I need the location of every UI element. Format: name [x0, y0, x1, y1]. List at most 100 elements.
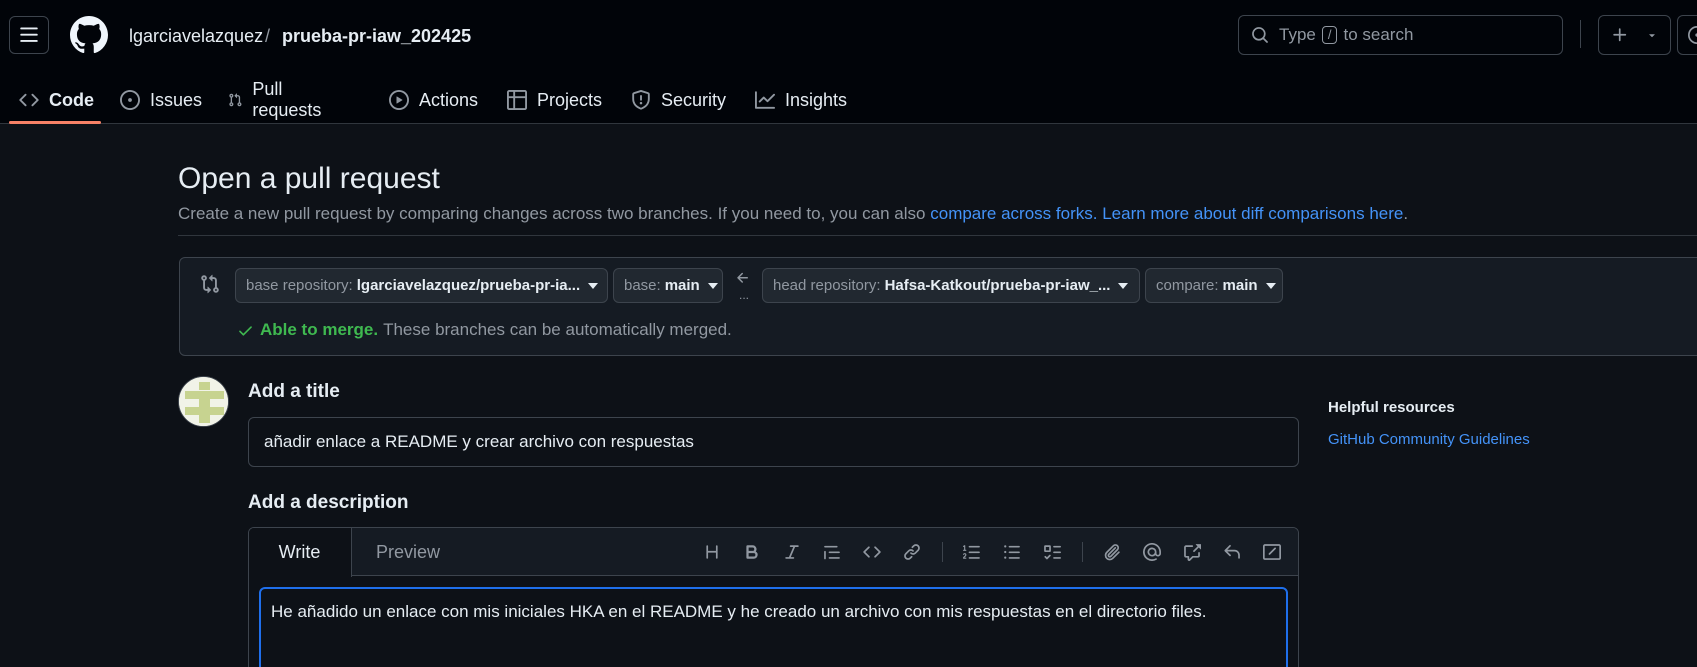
tab-label: Pull requests: [252, 79, 322, 120]
mention-icon: [1143, 543, 1161, 561]
compare-forks-link[interactable]: compare across forks.: [930, 204, 1097, 223]
head-repo-value: Hafsa-Katkout/prueba-pr-iaw_...: [884, 277, 1111, 294]
description-textarea[interactable]: He añadido un enlace con mis iniciales H…: [259, 587, 1288, 667]
merge-status: Able to merge. These branches can be aut…: [237, 319, 732, 341]
github-logo-icon[interactable]: [70, 16, 108, 54]
tab-issues[interactable]: Issues: [120, 76, 202, 124]
base-repo-label: base repository:: [246, 277, 353, 294]
identicon-image: [179, 377, 228, 426]
title-input[interactable]: [248, 417, 1299, 467]
tab-label: Insights: [785, 89, 848, 110]
tab-insights[interactable]: Insights: [755, 76, 847, 124]
ordered-list-icon: [963, 545, 980, 559]
link-button[interactable]: [900, 540, 924, 564]
compare-label: compare:: [1156, 277, 1219, 294]
global-header: lgarciavelazquez / prueba-pr-iaw_202425 …: [0, 0, 1697, 124]
community-guidelines-link[interactable]: GitHub Community Guidelines: [1328, 431, 1530, 448]
tasklist-icon: [1044, 545, 1061, 560]
description-label: Add a description: [248, 492, 409, 513]
ordered-list-button[interactable]: [960, 540, 984, 564]
compare-value: main: [1222, 277, 1258, 294]
title-label: Add a title: [248, 381, 340, 402]
arrow-left-icon: [737, 272, 748, 283]
helpful-resources-heading: Helpful resources: [1328, 399, 1455, 416]
tab-actions[interactable]: Actions: [389, 76, 478, 124]
tasklist-button[interactable]: [1040, 540, 1064, 564]
base-repository-select[interactable]: base repository: lgarciavelazquez/prueba…: [235, 268, 608, 303]
search-input[interactable]: Type / to search: [1238, 15, 1563, 55]
play-icon: [389, 90, 409, 110]
learn-more-link[interactable]: Learn more about diff comparisons here: [1102, 204, 1403, 223]
reply-icon: [1224, 544, 1240, 559]
ellipsis: ...: [739, 288, 750, 302]
issue-opened-icon: [1688, 26, 1697, 44]
bold-icon: [746, 545, 758, 559]
search-prefix: Type: [1279, 25, 1316, 44]
breadcrumb-repo[interactable]: prueba-pr-iaw_202425: [282, 24, 471, 48]
caret-down-icon: [1265, 282, 1276, 289]
paperclip-icon: [1104, 544, 1120, 561]
base-value: main: [664, 277, 700, 294]
italic-button[interactable]: [780, 540, 804, 564]
tab-label: Issues: [150, 89, 203, 110]
quote-icon: [824, 545, 840, 560]
search-shortcut-key: /: [1321, 26, 1338, 44]
tab-write[interactable]: Write: [249, 528, 352, 577]
tab-code[interactable]: Code: [19, 76, 94, 124]
shield-icon: [632, 90, 650, 110]
unordered-list-icon: [1004, 545, 1020, 559]
search-icon: [1252, 27, 1268, 43]
italic-icon: [785, 545, 799, 559]
tab-label: Code: [49, 89, 94, 110]
description-editor: Write Preview He añadido un enlace con m…: [248, 527, 1299, 667]
header-issues-button[interactable]: [1677, 15, 1697, 55]
compare-branch-select[interactable]: compare: main: [1145, 268, 1283, 303]
quote-button[interactable]: [820, 540, 844, 564]
head-repository-select[interactable]: head repository: Hafsa-Katkout/prueba-pr…: [762, 268, 1140, 303]
tab-label: Security: [661, 89, 727, 110]
fullscreen-icon: [1263, 544, 1281, 560]
base-branch-select[interactable]: base: main: [613, 268, 723, 303]
tab-security[interactable]: Security: [631, 76, 726, 124]
link-icon: [904, 544, 920, 560]
tab-label: Projects: [537, 89, 603, 110]
avatar[interactable]: [178, 376, 229, 427]
code-button[interactable]: [860, 540, 884, 564]
heading-icon: [706, 545, 718, 559]
heading-button[interactable]: [700, 540, 724, 564]
toolbar-separator: [1082, 542, 1083, 562]
page-subtitle: Create a new pull request by comparing c…: [178, 203, 1408, 225]
menu-button[interactable]: [9, 16, 49, 54]
caret-down-icon: [707, 282, 718, 289]
attach-button[interactable]: [1100, 540, 1124, 564]
cross-reference-button[interactable]: [1180, 540, 1204, 564]
tab-pull-requests[interactable]: Pull requests: [228, 76, 327, 124]
unordered-list-button[interactable]: [1000, 540, 1024, 564]
reply-button[interactable]: [1220, 540, 1244, 564]
merge-ok-label: Able to merge.: [260, 320, 379, 339]
hamburger-icon: [20, 27, 38, 42]
head-repo-label: head repository:: [773, 277, 881, 294]
fullscreen-button[interactable]: [1260, 540, 1284, 564]
tab-projects[interactable]: Projects: [507, 76, 602, 124]
editor-toolbar: Write Preview: [249, 528, 1298, 577]
header-divider: [1580, 20, 1581, 48]
triangle-down-icon: [1649, 34, 1655, 38]
check-icon: [239, 325, 252, 336]
subtitle-end: .: [1403, 204, 1409, 223]
page-title: Open a pull request: [178, 162, 440, 195]
breadcrumb-owner[interactable]: lgarciavelazquez: [129, 24, 263, 48]
code-icon: [19, 93, 39, 107]
merge-message: These branches can be automatically merg…: [383, 320, 732, 339]
graph-icon: [755, 91, 775, 109]
mention-button[interactable]: [1140, 540, 1164, 564]
active-tab-indicator: [9, 121, 101, 124]
divider: [178, 235, 1697, 236]
create-new-button[interactable]: [1598, 15, 1671, 55]
bold-button[interactable]: [740, 540, 764, 564]
cross-reference-icon: [1184, 544, 1201, 561]
tab-label: Actions: [419, 89, 479, 110]
toolbar-separator: [942, 542, 943, 562]
tab-preview[interactable]: Preview: [353, 528, 463, 576]
code-icon: [863, 546, 881, 558]
